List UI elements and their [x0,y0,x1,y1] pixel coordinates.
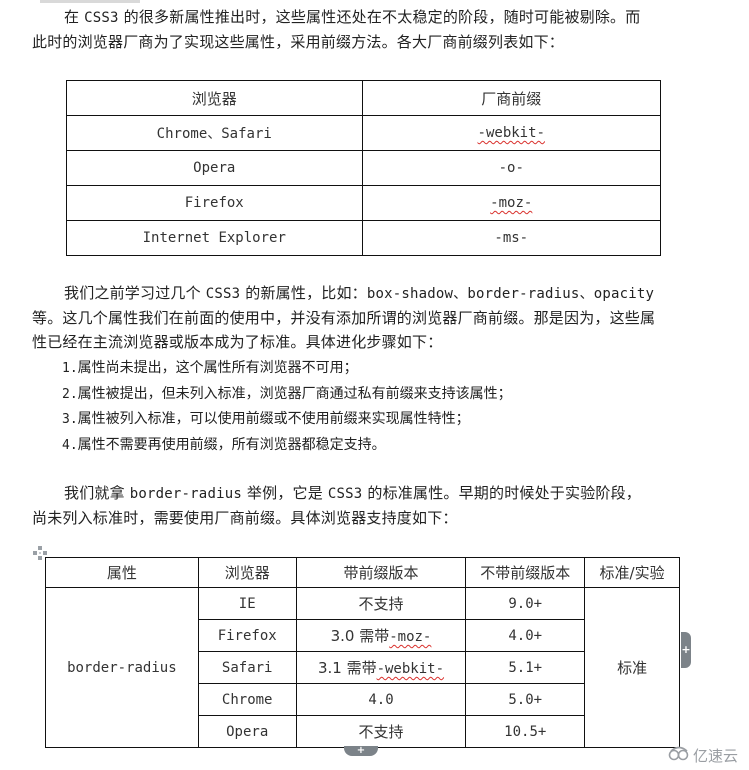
prefixed-code: -moz- [389,629,432,645]
prefixed-version-cell: 4.0 [295,683,467,716]
step-text: 属性被提出，但未列入标准，浏览器厂商通过私有前缀来支持该属性； [77,385,512,402]
history-code: box-shadow、border-radius、opacity [366,286,655,302]
history-text-line2: 等。这几个属性我们在前面的使用中，并没有添加所谓的浏览器厂商前缀。那是因为，这些… [32,309,656,327]
prefix-value: -o- [498,160,524,176]
prefix-value: -moz- [490,195,533,211]
intro-paragraph: 在 CSS3 的很多新属性推出时，这些属性还处在不太稳定的阶段，随时可能被剔除。… [32,5,712,54]
unprefixed-version-cell: 5.0+ [465,683,586,716]
header-unprefixed-version: 不带前缀版本 [465,557,586,588]
browser-cell: Chrome、Safari [66,115,363,151]
unprefixed-version-cell: 5.1+ [465,651,586,684]
prefixed-text: 不支持 [358,595,404,613]
table-header-row: 属性 浏览器 带前缀版本 不带前缀版本 标准/实验 [45,557,680,588]
step-text: 属性被列入标准，可以使用前缀或不使用前缀来实现属性特性； [77,411,470,427]
prefixed-text: 4.0 [368,691,394,708]
history-code: CSS3 [205,286,241,302]
watermark: 亿速云 [668,745,738,766]
step-text: 属性不需要再使用前缀，所有浏览器都稳定支持。 [77,436,386,453]
list-item: 4.属性不需要再使用前缀，所有浏览器都稳定支持。 [62,433,512,459]
history-text: 我们之前学习过几个 [64,284,206,302]
step-number: 1. [62,361,78,376]
intro-text-line2: 此时的浏览器厂商为了实现这些属性，采用前缀方法。各大厂商前缀列表如下： [32,33,565,51]
top-shade-bar [40,0,140,3]
prefixed-version-cell: 3.0 需带-moz- [295,619,467,652]
step-number: 2. [62,386,78,402]
table-row: Firefox -moz- [66,185,661,221]
prefixed-version-cell: 3.1 需带-webkit- [295,651,467,684]
header-browser: 浏览器 [197,557,297,588]
intro-text: 的很多新属性推出时，这些属性还处在不太稳定的阶段，随时可能被剔除。而 [118,8,641,26]
example-code: border-radius [129,486,242,502]
step-text: 属性尚未提出，这个属性所有浏览器不可用； [77,360,358,376]
property-cell: border-radius [45,587,199,748]
list-item: 1.属性尚未提出，这个属性所有浏览器不可用； [62,356,512,382]
prefix-cell: -o- [361,150,661,186]
header-prefix: 厂商前缀 [361,80,661,116]
unprefixed-version-cell: 10.5+ [465,715,586,748]
table-row: Opera -o- [66,150,661,186]
list-item: 2.属性被提出，但未列入标准，浏览器厂商通过私有前缀来支持该属性； [62,382,512,408]
example-text-line2: 尚未列入标准时，需要使用厂商前缀。具体浏览器支持度如下： [32,509,458,527]
vendor-prefix-table: 浏览器 厂商前缀 Chrome、Safari -webkit- Opera -o… [66,80,661,256]
browser-cell: Firefox [197,619,297,652]
table-row: border-radius IE 不支持 9.0+ 标准 [45,587,680,748]
evolution-steps-list: 1.属性尚未提出，这个属性所有浏览器不可用； 2.属性被提出，但未列入标准，浏览… [62,356,512,458]
browser-cell: Chrome [197,683,297,716]
prefix-value: -ms- [494,230,529,246]
browser-support-table: 属性 浏览器 带前缀版本 不带前缀版本 标准/实验 border-radius … [45,557,680,748]
status-cell: 标准 [584,587,680,748]
prefixed-text: 3.0 需带 [330,627,390,645]
prefix-cell: -moz- [361,185,661,221]
browser-cell: Firefox [66,185,363,221]
step-number: 3. [62,412,78,427]
example-paragraph: 我们就拿 border-radius 举例，它是 CSS3 的标准属性。早期的时… [32,481,712,530]
history-text: 的新属性，比如： [240,284,367,302]
prefix-value: -webkit- [477,125,545,141]
example-text: 的标准属性。早期的时候处于实验阶段， [362,484,641,502]
cloud-logo-icon [668,746,690,766]
browser-cell: Safari [197,651,297,684]
prefix-cell: -webkit- [361,115,661,151]
header-prefixed-version: 带前缀版本 [295,557,467,588]
browser-cell: Internet Explorer [66,220,363,256]
example-text: 举例，它是 [241,484,328,502]
prefixed-version-cell: 不支持 [295,715,467,748]
unprefixed-version-cell: 9.0+ [465,587,586,620]
intro-code: CSS3 [84,10,119,26]
example-code: CSS3 [327,486,363,502]
header-property: 属性 [45,557,199,588]
example-text: 我们就拿 [64,484,130,502]
table-row: Internet Explorer -ms- [66,220,661,256]
browser-cell: IE [197,587,297,620]
table-row: Chrome、Safari -webkit- [66,115,661,151]
prefixed-text: 不支持 [358,723,404,741]
watermark-text: 亿速云 [693,747,739,765]
table-header-row: 浏览器 厂商前缀 [66,80,661,116]
add-row-button[interactable]: + [344,746,378,756]
browser-cell: Opera [197,715,297,748]
browser-cell: Opera [66,150,363,186]
intro-text: 在 [64,8,85,26]
step-number: 4. [62,437,78,453]
prefixed-text: 3.1 需带 [317,659,377,677]
header-browser: 浏览器 [66,80,363,116]
history-paragraph: 我们之前学习过几个 CSS3 的新属性，比如：box-shadow、border… [32,281,712,354]
header-standard-experimental: 标准/实验 [584,557,680,588]
history-text-line3: 性已经在主流浏览器或版本成为了标准。具体进化步骤如下： [32,333,443,351]
add-column-button[interactable]: + [681,632,691,668]
prefix-cell: -ms- [361,220,661,256]
unprefixed-version-cell: 4.0+ [465,619,586,652]
list-item: 3.属性被列入标准，可以使用前缀或不使用前缀来实现属性特性； [62,407,512,433]
prefixed-version-cell: 不支持 [295,587,467,620]
prefixed-code: -webkit- [376,661,445,677]
